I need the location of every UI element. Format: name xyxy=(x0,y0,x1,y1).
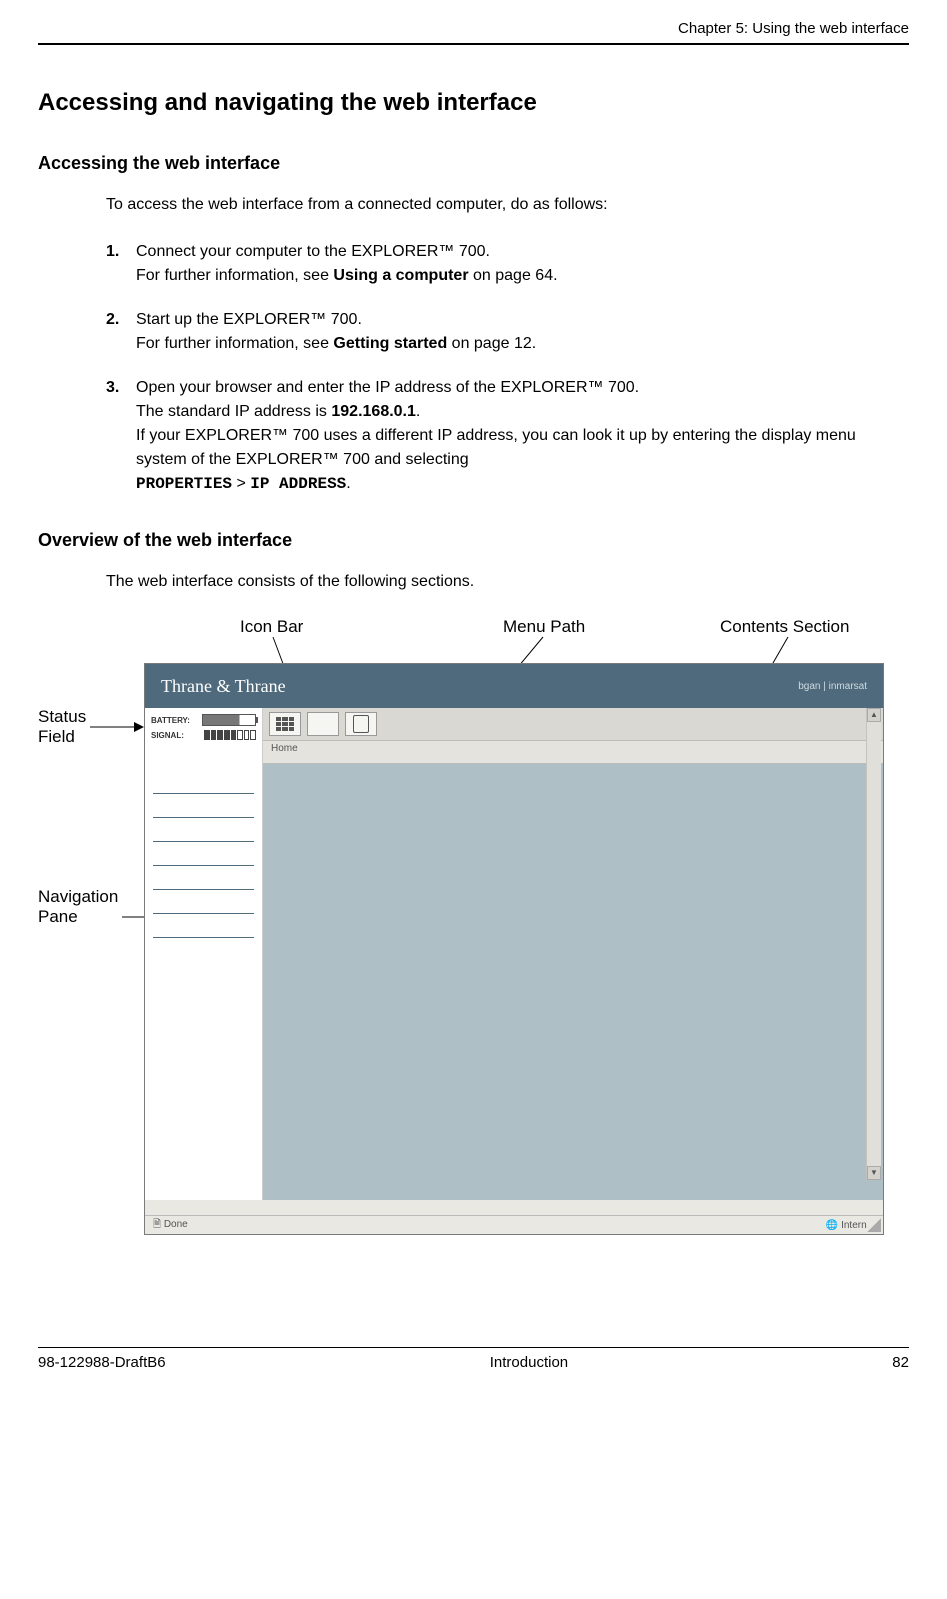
step-ip: 192.168.0.1 xyxy=(331,403,416,420)
toolbar-button[interactable] xyxy=(269,712,301,736)
nav-item[interactable] xyxy=(153,812,254,818)
toolbar-button[interactable] xyxy=(345,712,377,736)
footer-section: Introduction xyxy=(490,1354,568,1371)
callout-menu-path: Menu Path xyxy=(503,617,585,637)
subsection-accessing: Accessing the web interface xyxy=(38,153,909,174)
step-text: . xyxy=(416,403,420,420)
step-text: The standard IP address is xyxy=(136,403,331,420)
callout-icon-bar: Icon Bar xyxy=(240,617,303,637)
menu-path-code: PROPERTIES xyxy=(136,475,232,493)
step-text: Open your browser and enter the IP addre… xyxy=(136,379,639,396)
step-number: 2. xyxy=(106,308,136,356)
subsection-overview: Overview of the web interface xyxy=(38,530,909,551)
step-number: 1. xyxy=(106,240,136,288)
step-number: 3. xyxy=(106,376,136,496)
intro-text: The web interface consists of the follow… xyxy=(106,573,897,591)
nav-item[interactable] xyxy=(153,860,254,866)
figure-overview: Icon Bar Menu Path Contents Section Stat… xyxy=(38,617,909,1267)
step-text: > xyxy=(232,475,250,492)
navigation-pane[interactable] xyxy=(145,788,262,938)
step-list: 1. Connect your computer to the EXPLORER… xyxy=(106,240,897,496)
nav-item[interactable] xyxy=(153,884,254,890)
brand-logo: Thrane & Thrane xyxy=(161,676,286,697)
resize-grip-icon[interactable] xyxy=(867,1218,881,1232)
nav-item[interactable] xyxy=(153,908,254,914)
step-text: on page 64. xyxy=(469,267,558,284)
step-text: . xyxy=(346,475,350,492)
page-heading: Accessing and navigating the web interfa… xyxy=(38,89,909,117)
brand-right: bgan | inmarsat xyxy=(798,681,867,692)
footer-doc-id: 98-122988-DraftB6 xyxy=(38,1354,166,1371)
device-icon xyxy=(353,715,369,733)
menu-path-code: IP ADDRESS xyxy=(250,475,346,493)
signal-icon xyxy=(204,730,256,740)
step-text: on page 12. xyxy=(447,335,536,352)
step-2: 2. Start up the EXPLORER™ 700. For furth… xyxy=(106,308,897,356)
status-left: 🗎 Done xyxy=(153,1217,188,1234)
grid-icon xyxy=(276,717,294,731)
callout-status-field: Status Field xyxy=(38,707,86,747)
running-head: Chapter 5: Using the web interface xyxy=(38,20,909,45)
scroll-down-icon[interactable]: ▼ xyxy=(867,1166,881,1180)
step-text: For further information, see xyxy=(136,335,333,352)
callout-navigation-pane: Navigation Pane xyxy=(38,887,118,927)
toolbar-button[interactable] xyxy=(307,712,339,736)
scrollbar-vertical[interactable]: ▲ ▼ xyxy=(866,708,881,1180)
callout-contents-section: Contents Section xyxy=(720,617,849,637)
menu-path-bar: Home xyxy=(263,741,883,764)
nav-item[interactable] xyxy=(153,788,254,794)
scroll-up-icon[interactable]: ▲ xyxy=(867,708,881,722)
page-footer: 98-122988-DraftB6 Introduction 82 xyxy=(0,1348,947,1391)
nav-item[interactable] xyxy=(153,932,254,938)
signal-label: SIGNAL: xyxy=(151,731,184,740)
intro-text: To access the web interface from a conne… xyxy=(106,196,897,214)
step-ref: Using a computer xyxy=(333,267,468,284)
nav-item[interactable] xyxy=(153,836,254,842)
step-text: For further information, see xyxy=(136,267,333,284)
step-ref: Getting started xyxy=(333,335,447,352)
step-text: Start up the EXPLORER™ 700. xyxy=(136,311,362,328)
footer-page-number: 82 xyxy=(892,1354,909,1371)
browser-window: Thrane & Thrane bgan | inmarsat BATTERY:… xyxy=(144,663,884,1235)
battery-icon xyxy=(202,714,256,726)
icon-bar xyxy=(263,708,883,741)
step-1: 1. Connect your computer to the EXPLORER… xyxy=(106,240,897,288)
browser-status-bar: 🗎 Done 🌐 Internet xyxy=(145,1215,883,1234)
status-field: BATTERY: SIGNAL: xyxy=(145,708,262,754)
step-text: If your EXPLORER™ 700 uses a different I… xyxy=(136,427,856,468)
step-3: 3. Open your browser and enter the IP ad… xyxy=(106,376,897,496)
battery-label: BATTERY: xyxy=(151,716,190,725)
app-header: Thrane & Thrane bgan | inmarsat xyxy=(145,664,883,708)
step-text: Connect your computer to the EXPLORER™ 7… xyxy=(136,243,490,260)
sidebar: BATTERY: SIGNAL: xyxy=(145,708,263,1200)
contents-section: Home ▲ ▼ xyxy=(263,708,883,1200)
